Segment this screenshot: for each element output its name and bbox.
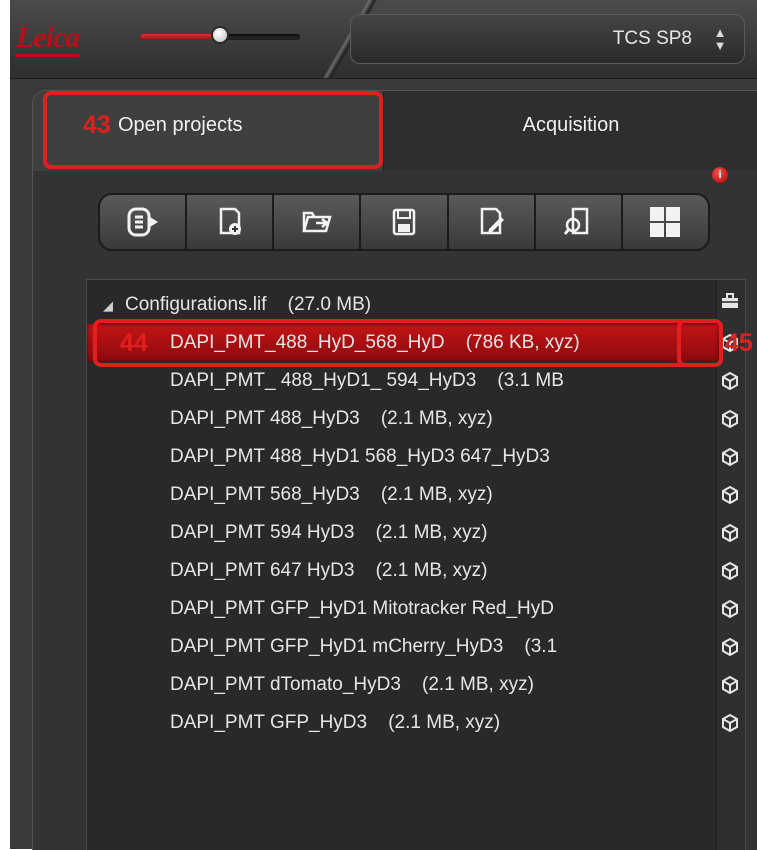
tree-item-row[interactable]: DAPI_PMT_488_HyD_568_HyD (786 KB, xyz) [87,324,719,362]
tree-item-row[interactable]: DAPI_PMT GFP_HyD3 (2.1 MB, xyz) [87,704,719,742]
item-name: DAPI_PMT 488_HyD3 [170,408,360,429]
top-bar: Leica TCS SP8 ▲ ▼ [10,0,757,79]
item-info: (2.1 MB, xyz) [375,560,488,581]
file-size: (27.0 MB) [287,294,372,315]
new-project-icon [219,207,241,235]
item-name: DAPI_PMT GFP_HyD3 [170,712,368,733]
slider-fill [140,34,220,40]
layout-button[interactable] [622,195,708,249]
microscope-label: TCS SP8 [612,28,692,49]
edit-document-icon [480,207,505,235]
tree-item-row[interactable]: DAPI_PMT_ 488_HyD1_ 594_HyD3 (3.1 MB [87,362,719,400]
tree-item-row[interactable]: DAPI_PMT 647 HyD3 (2.1 MB, xyz) [87,552,719,590]
item-name: DAPI_PMT GFP_HyD1 Mitotracker Red_HyD [170,598,554,619]
item-info: (2.1 MB, xyz) [422,674,534,695]
cube-icon[interactable] [721,638,739,656]
save-project-button[interactable] [361,195,449,249]
cube-icon[interactable] [721,524,739,542]
annotation-marker-43: 43 [83,111,111,139]
tree-item-row[interactable]: DAPI_PMT 488_HyD1 568_HyD3 647_HyD3 [87,438,719,476]
tree-item-row[interactable]: DAPI_PMT GFP_HyD1 mCherry_HyD3 (3.1 [87,628,719,666]
layout-grid-icon [650,207,681,237]
project-tree: ◢ Configurations.lif (27.0 MB) DAPI_PMT_4… [86,279,746,850]
item-info: (2.1 MB, xyz) [375,522,488,543]
item-info: (786 KB, xyz) [465,332,580,353]
item-info: (2.1 MB, xyz) [380,484,493,505]
annotation-marker-44: 44 [120,329,148,357]
item-name: DAPI_PMT_ 488_HyD1_ 594_HyD3 [170,370,477,391]
item-name: DAPI_PMT 594 HyD3 [170,522,355,543]
cube-icon[interactable] [721,486,739,504]
tab-label: Open projects [118,114,243,136]
intensity-slider[interactable] [140,26,300,44]
tree-item-row[interactable]: DAPI_PMT GFP_HyD1 Mitotracker Red_HyD [87,590,719,628]
open-project-button[interactable] [274,195,362,249]
item-info: (2.1 MB, xyz) [388,712,501,733]
cube-icon[interactable] [721,714,739,732]
item-name: DAPI_PMT 488_HyD1 568_HyD3 647_HyD3 [170,446,550,467]
microscope-select[interactable]: TCS SP8 ▲ ▼ [350,14,745,64]
tab-label: Acquisition [522,114,620,136]
item-info: (3.1 MB [497,370,564,391]
item-info: (2.1 MB, xyz) [380,408,493,429]
open-folder-icon [302,211,332,233]
collapse-triangle-icon[interactable]: ◢ [103,298,113,313]
cube-icon[interactable] [721,676,739,694]
item-info: (3.1 [524,636,558,657]
cube-icon[interactable] [721,410,739,428]
item-name: DAPI_PMT 568_HyD3 [170,484,360,505]
export-list-button[interactable] [100,195,188,249]
project-panel: Open projects Acquisition 43 i ◢ Configu… [32,90,757,850]
leica-logo: Leica [16,16,122,60]
item-name: DAPI_PMT GFP_HyD1 mCherry_HyD3 [170,636,504,657]
new-project-button[interactable] [187,195,275,249]
edit-project-button[interactable] [448,195,536,249]
tree-item-row[interactable]: DAPI_PMT 488_HyD3 (2.1 MB, xyz) [87,400,719,438]
item-name: DAPI_PMT 647 HyD3 [170,560,355,581]
info-badge-icon[interactable]: i [712,167,728,183]
tree-file-row[interactable]: ◢ Configurations.lif (27.0 MB) [87,286,735,324]
tab-acquisition[interactable]: Acquisition [383,91,757,171]
app-window: Leica TCS SP8 ▲ ▼ Open projects Acquisiti… [10,0,757,850]
tree-item-row[interactable]: DAPI_PMT dTomato_HyD3 (2.1 MB, xyz) [87,666,719,704]
find-project-button[interactable] [535,195,623,249]
updown-arrows-icon: ▲ ▼ [713,25,727,53]
cube-icon[interactable] [721,562,739,580]
tree-item-row[interactable]: DAPI_PMT 568_HyD3 (2.1 MB, xyz) [87,476,719,514]
save-icon [392,208,416,236]
item-name: DAPI_PMT_488_HyD_568_HyD [170,332,445,353]
cube-icon[interactable] [721,448,739,466]
tree-item-row[interactable]: DAPI_PMT 594 HyD3 (2.1 MB, xyz) [87,514,719,552]
cube-icon[interactable] [721,600,739,618]
item-name: DAPI_PMT dTomato_HyD3 [170,674,401,695]
cube-icon[interactable] [721,372,739,390]
file-name: Configurations.lif [125,294,267,315]
find-document-icon [564,207,589,235]
slider-thumb[interactable] [211,26,229,44]
annotation-marker-45: 45 [725,329,753,357]
list-export-icon [127,207,158,237]
project-toolbar [98,193,710,251]
